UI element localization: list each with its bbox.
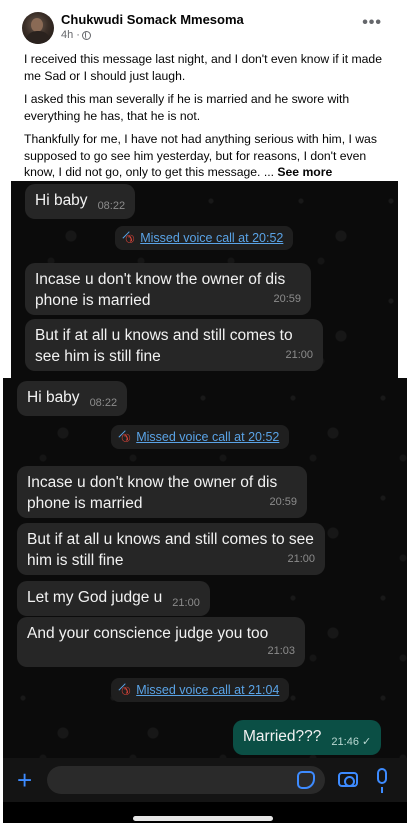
message-bubble: Hi baby 08:22 [17,381,128,416]
post-body: I received this message last night, and … [24,51,396,188]
plus-icon[interactable]: + [17,767,32,793]
chat-screenshot-1: Hi baby 08:22 ✆ Missed voice call at 20:5… [11,181,398,378]
sticker-icon[interactable] [297,771,315,789]
post-header: Chukwudi Somack Mmesoma 4h · ••• [0,0,408,50]
missed-call-notice[interactable]: ✆ Missed voice call at 20:52 [111,425,290,449]
post-meta: 4h · [61,29,91,41]
missed-call-icon: ✆ [117,429,133,445]
avatar[interactable] [22,12,54,44]
avatar-face [31,18,43,32]
avatar-shoulders [25,31,51,44]
message-bubble: Incase u don't know the owner of dis pho… [17,466,307,518]
home-indicator [133,816,273,821]
post-paragraph: I asked this man severally if he is marr… [24,92,350,123]
delivered-check-icon: ✓ [362,736,372,748]
message-bubble: But if at all u knows and still comes to… [17,523,325,575]
camera-icon[interactable] [338,772,358,787]
more-options-button[interactable]: ••• [362,14,382,32]
author-name[interactable]: Chukwudi Somack Mmesoma [61,12,244,27]
missed-call-icon: ✆ [121,230,137,246]
mic-icon[interactable] [377,768,387,793]
missed-call-icon: ✆ [117,682,133,698]
message-bubble: Hi baby 08:22 [25,184,136,219]
message-bubble: But if at all u knows and still comes to… [25,319,323,371]
message-bubble: Incase u don't know the owner of dis pho… [25,263,311,315]
post-paragraph: I received this message last night, and … [24,52,382,83]
message-bubble: And your conscience judge you too 21:03 [17,617,305,667]
outgoing-message-bubble: Married??? 21:46 ✓ [233,720,382,755]
post-paragraph: Thankfully for me, I have not had anythi… [24,132,377,179]
missed-call-notice[interactable]: ✆ Missed voice call at 20:52 [115,226,294,250]
message-input[interactable] [47,766,325,794]
chat-screenshot-2: Hi baby 08:22 ✆ Missed voice call at 20:5… [3,378,407,823]
post-time[interactable]: 4h · [61,29,80,41]
message-input-bar: + [3,758,407,802]
see-more-link[interactable]: See more [277,165,332,179]
missed-call-notice[interactable]: ✆ Missed voice call at 21:04 [111,678,290,702]
globe-icon [81,30,91,40]
message-bubble: Let my God judge u 21:00 [17,581,210,616]
